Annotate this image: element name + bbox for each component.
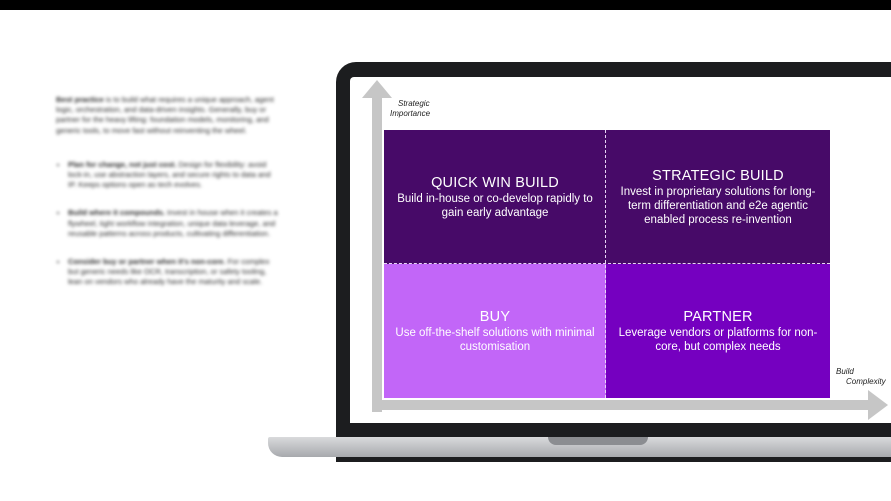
bullet-item: Consider buy or partner when it's non-co… [68, 257, 278, 288]
quadrant-title: BUY [479, 308, 511, 325]
bullet-bold: Consider buy or partner when it's non-co… [68, 257, 226, 267]
quadrant-title: QUICK WIN BUILD [431, 174, 559, 191]
y-axis-arrow-icon [362, 80, 392, 98]
quadrant-description: Invest in proprietary solutions for long… [620, 185, 816, 226]
quadrant-quick-win-build: QUICK WIN BUILD Build in-house or co-dev… [384, 130, 606, 264]
x-axis-arrow-icon [868, 390, 888, 420]
quadrant-divider-vertical [605, 130, 606, 398]
quadrant-title: STRATEGIC BUILD [652, 167, 784, 184]
bullet-bold: Build where it compounds. [68, 208, 166, 218]
quadrant-buy: BUY Use off-the-shelf solutions with min… [384, 264, 606, 398]
quadrant-title: PARTNER [683, 308, 753, 325]
top-bar [0, 0, 891, 10]
quadrant-strategic-build: STRATEGIC BUILD Invest in proprietary so… [606, 130, 830, 264]
bullet-bold: Plan for change, not just cost. [68, 159, 177, 169]
laptop-notch [548, 437, 648, 445]
quadrant-divider-horizontal [384, 263, 830, 264]
bullet-list: Plan for change, not just cost. Design f… [56, 160, 278, 288]
x-axis-label: Build Complexity [836, 367, 891, 387]
y-axis-label-line2: Importance [390, 109, 431, 118]
x-axis-label-line1: Build [836, 367, 854, 376]
x-axis-line [372, 400, 870, 410]
intro-paragraph: Best practice is to build what requires … [56, 95, 278, 136]
quadrant-description: Build in-house or co-develop rapidly to … [397, 192, 593, 219]
quadrant-description: Leverage vendors or platforms for non-co… [618, 326, 818, 353]
left-text-column: Best practice is to build what requires … [56, 95, 278, 306]
quadrant-description: Use off-the-shelf solutions with minimal… [395, 326, 595, 353]
x-axis-label-line2: Complexity [846, 377, 886, 386]
y-axis-label-line1: Strategic [398, 99, 430, 108]
y-axis-label: Strategic Importance [390, 99, 478, 119]
bullet-item: Build where it compounds. Invest in hous… [68, 208, 278, 239]
bullet-item: Plan for change, not just cost. Design f… [68, 160, 278, 191]
intro-bold: Best practice [56, 95, 104, 104]
y-axis-line [372, 96, 382, 412]
quadrant-partner: PARTNER Leverage vendors or platforms fo… [606, 264, 830, 398]
laptop-bezel [350, 423, 891, 437]
